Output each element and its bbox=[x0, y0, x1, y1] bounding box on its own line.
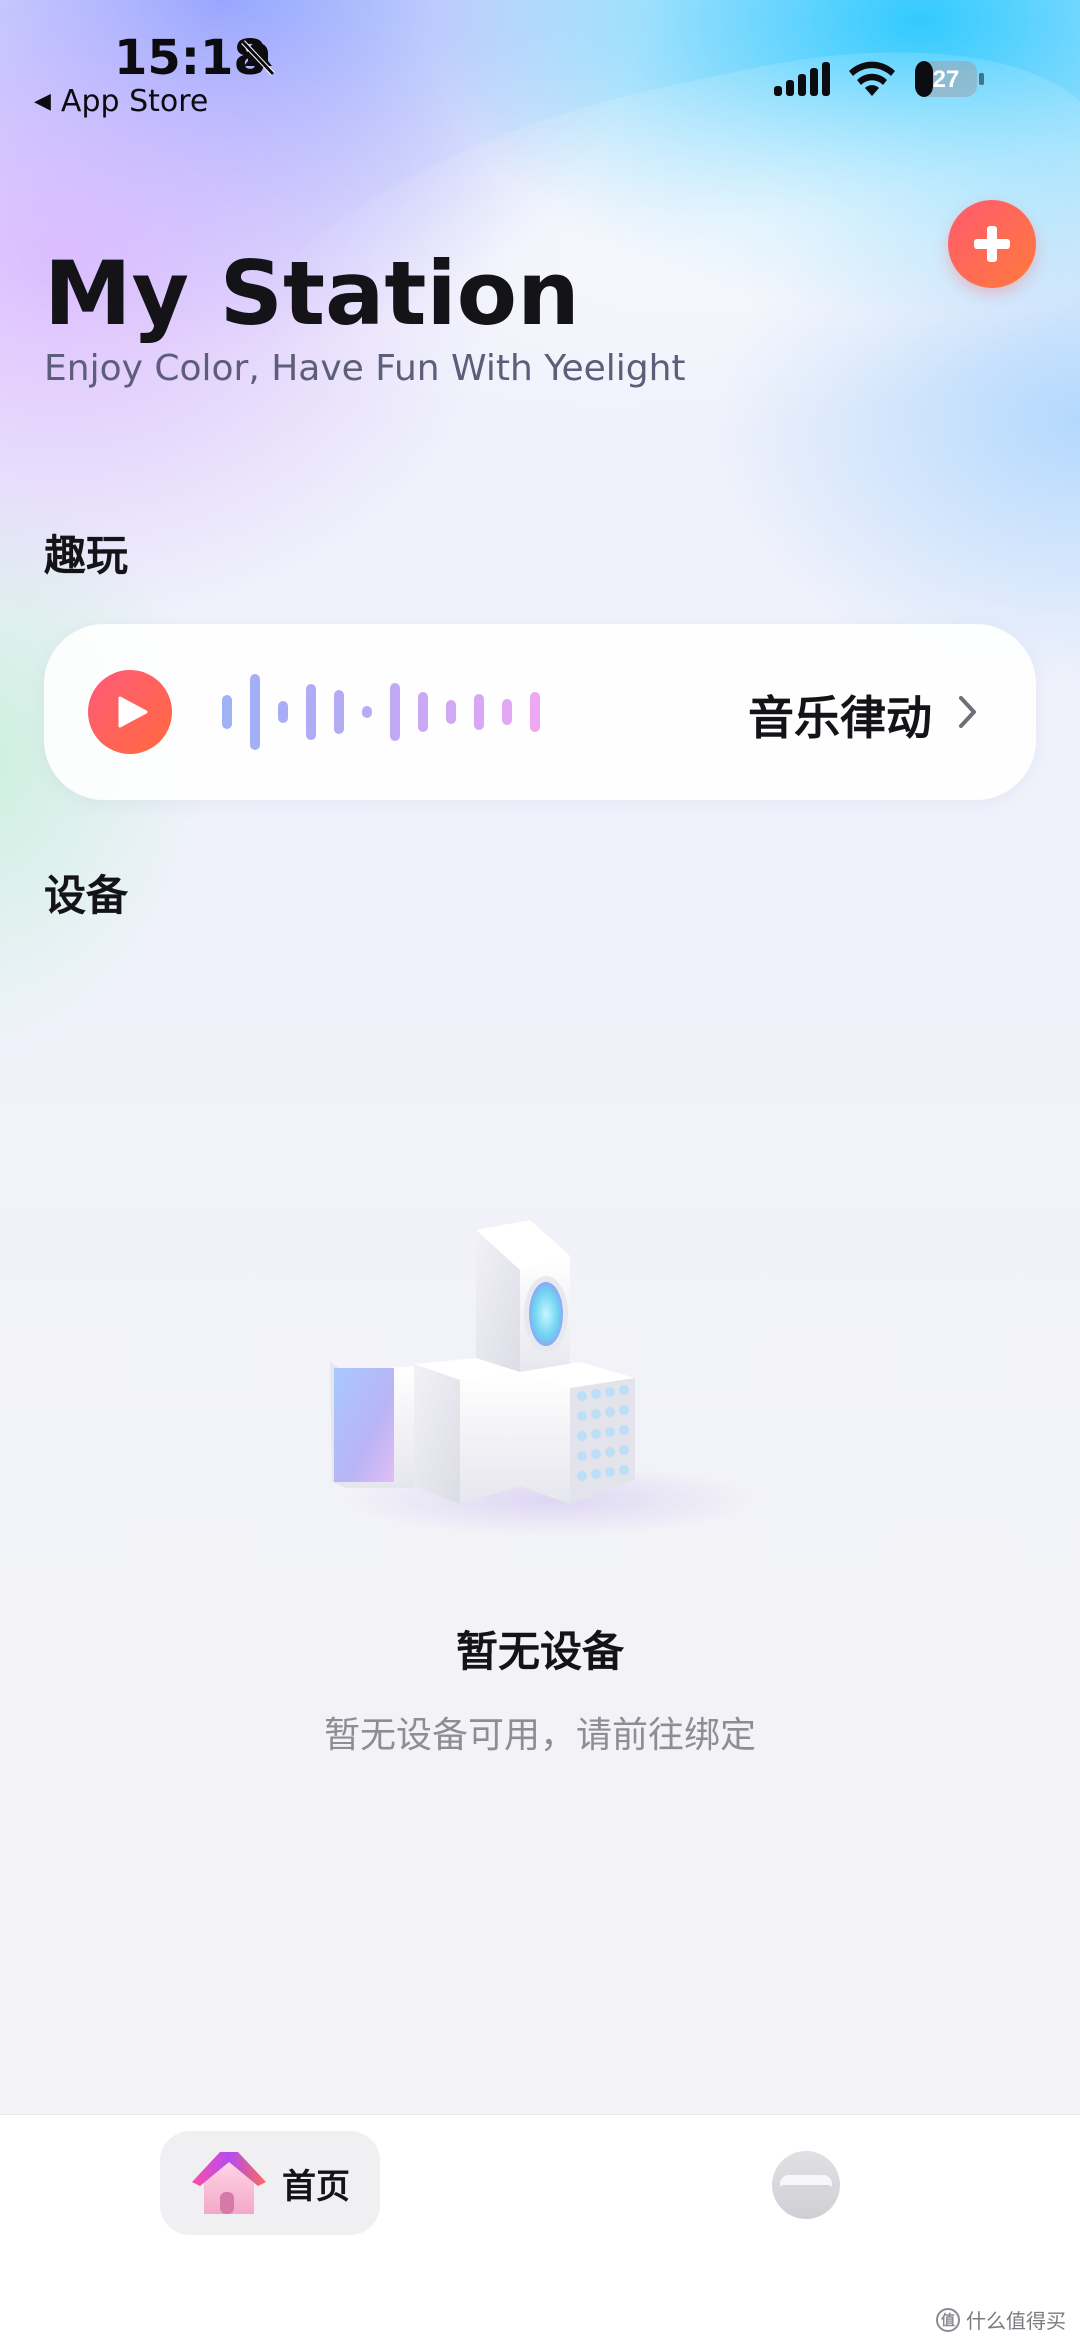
back-arrow-icon: ◀ bbox=[34, 89, 51, 114]
wave-bar bbox=[418, 692, 428, 732]
add-device-button[interactable] bbox=[948, 200, 1036, 288]
empty-state-title: 暂无设备 bbox=[455, 1627, 624, 1676]
empty-devices-illustration bbox=[330, 1220, 760, 1536]
wave-bar bbox=[362, 706, 372, 718]
bottom-tab-bar: 首页 值 什么值得买 bbox=[0, 2114, 1080, 2342]
tab-home-label: 首页 bbox=[282, 2166, 350, 2207]
wave-bar bbox=[446, 700, 456, 724]
tab-home[interactable]: 首页 bbox=[160, 2131, 380, 2235]
wave-bar bbox=[530, 692, 540, 732]
back-to-app-link[interactable]: ◀ App Store bbox=[34, 84, 208, 119]
watermark-logo: 值 bbox=[936, 2307, 960, 2332]
home-icon bbox=[192, 2152, 266, 2214]
profile-goggles-icon bbox=[780, 2175, 832, 2193]
chevron-right-icon bbox=[959, 696, 976, 728]
watermark: 值 什么值得买 bbox=[936, 2305, 1066, 2334]
plus-icon bbox=[974, 226, 1010, 262]
battery-level: 27 bbox=[933, 66, 960, 93]
wifi-icon bbox=[849, 61, 895, 96]
page-title: My Station bbox=[44, 242, 580, 345]
wave-bar bbox=[250, 674, 260, 750]
bell-muted-icon bbox=[241, 40, 275, 76]
play-button[interactable] bbox=[88, 670, 172, 754]
wave-bar bbox=[278, 701, 288, 723]
audio-waveform-icon bbox=[222, 672, 582, 752]
tab-profile[interactable] bbox=[772, 2151, 840, 2219]
wave-bar bbox=[390, 683, 400, 741]
wave-bar bbox=[306, 684, 316, 740]
empty-state-description: 暂无设备可用，请前往绑定 bbox=[323, 1715, 756, 1756]
wave-bar bbox=[502, 699, 512, 725]
watermark-text: 什么值得买 bbox=[966, 2309, 1066, 2333]
back-app-label: App Store bbox=[60, 84, 209, 119]
section-title-devices: 设备 bbox=[44, 871, 129, 920]
page-subtitle: Enjoy Color, Have Fun With Yeelight bbox=[44, 348, 686, 389]
music-rhythm-label: 音乐律动 bbox=[748, 691, 932, 745]
battery-icon: 27 bbox=[914, 60, 986, 98]
section-title-fun: 趣玩 bbox=[44, 531, 129, 580]
wave-bar bbox=[222, 695, 232, 729]
wave-bar bbox=[334, 690, 344, 734]
wave-bar bbox=[474, 694, 484, 730]
cellular-signal-icon bbox=[774, 62, 830, 96]
play-icon bbox=[118, 696, 148, 728]
music-rhythm-card[interactable]: 音乐律动 bbox=[44, 624, 1036, 800]
